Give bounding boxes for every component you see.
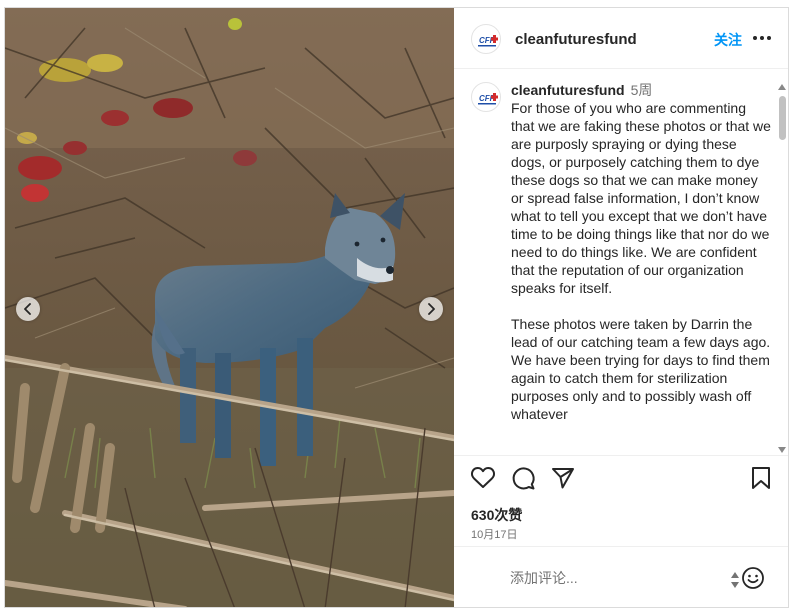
next-photo-button[interactable] [419,297,443,321]
scroll-down-arrow-icon[interactable] [778,447,786,453]
caption-scrollbar[interactable] [777,84,788,455]
resize-arrows-icon [731,572,739,588]
caption-paragraph: These photos were taken by Darrin the le… [511,316,775,422]
blue-dog-photo [5,8,454,607]
scroll-thumb[interactable] [779,96,786,140]
caption-username[interactable]: cleanfuturesfund [511,82,625,98]
scroll-up-arrow-icon[interactable] [778,84,786,90]
cff-logo: CFF [478,93,498,105]
caption-section[interactable]: CFF cleanfuturesfund 5周 For those of you … [454,70,788,455]
more-horizontal-icon[interactable] [751,30,773,46]
instagram-post-modal: CFF cleanfuturesfund 关注 CFF cleanfutures… [4,7,789,608]
caption-timestamp: 5周 [630,82,653,98]
comment-bubble-icon[interactable] [510,465,536,491]
previous-photo-button[interactable] [16,297,40,321]
comment-composer [454,546,788,607]
caption-text: cleanfuturesfund 5周 For those of you who … [511,81,771,423]
post-actions: 630次赞 10月17日 [454,455,788,545]
caption-avatar[interactable]: CFF [471,82,501,112]
post-date[interactable]: 10月17日 [471,526,517,542]
post-photo [5,8,454,607]
smiley-face-icon[interactable] [741,566,765,590]
bookmark-icon[interactable] [748,465,774,491]
cff-logo: CFF [478,35,498,47]
avatar[interactable]: CFF [471,24,501,54]
post-header: CFF cleanfuturesfund 关注 [454,8,788,69]
caption-paragraph: For those of you who are commenting that… [511,100,775,296]
likes-count[interactable]: 630次赞 [471,505,522,525]
chevron-left-icon [24,303,31,315]
chevron-right-icon [428,303,435,315]
paper-plane-icon[interactable] [550,465,576,491]
comment-input[interactable] [510,567,730,589]
follow-button[interactable]: 关注 [714,30,742,50]
heart-icon[interactable] [470,465,496,491]
post-details-panel: CFF cleanfuturesfund 关注 CFF cleanfutures… [454,8,788,607]
post-author-username[interactable]: cleanfuturesfund [515,31,637,48]
